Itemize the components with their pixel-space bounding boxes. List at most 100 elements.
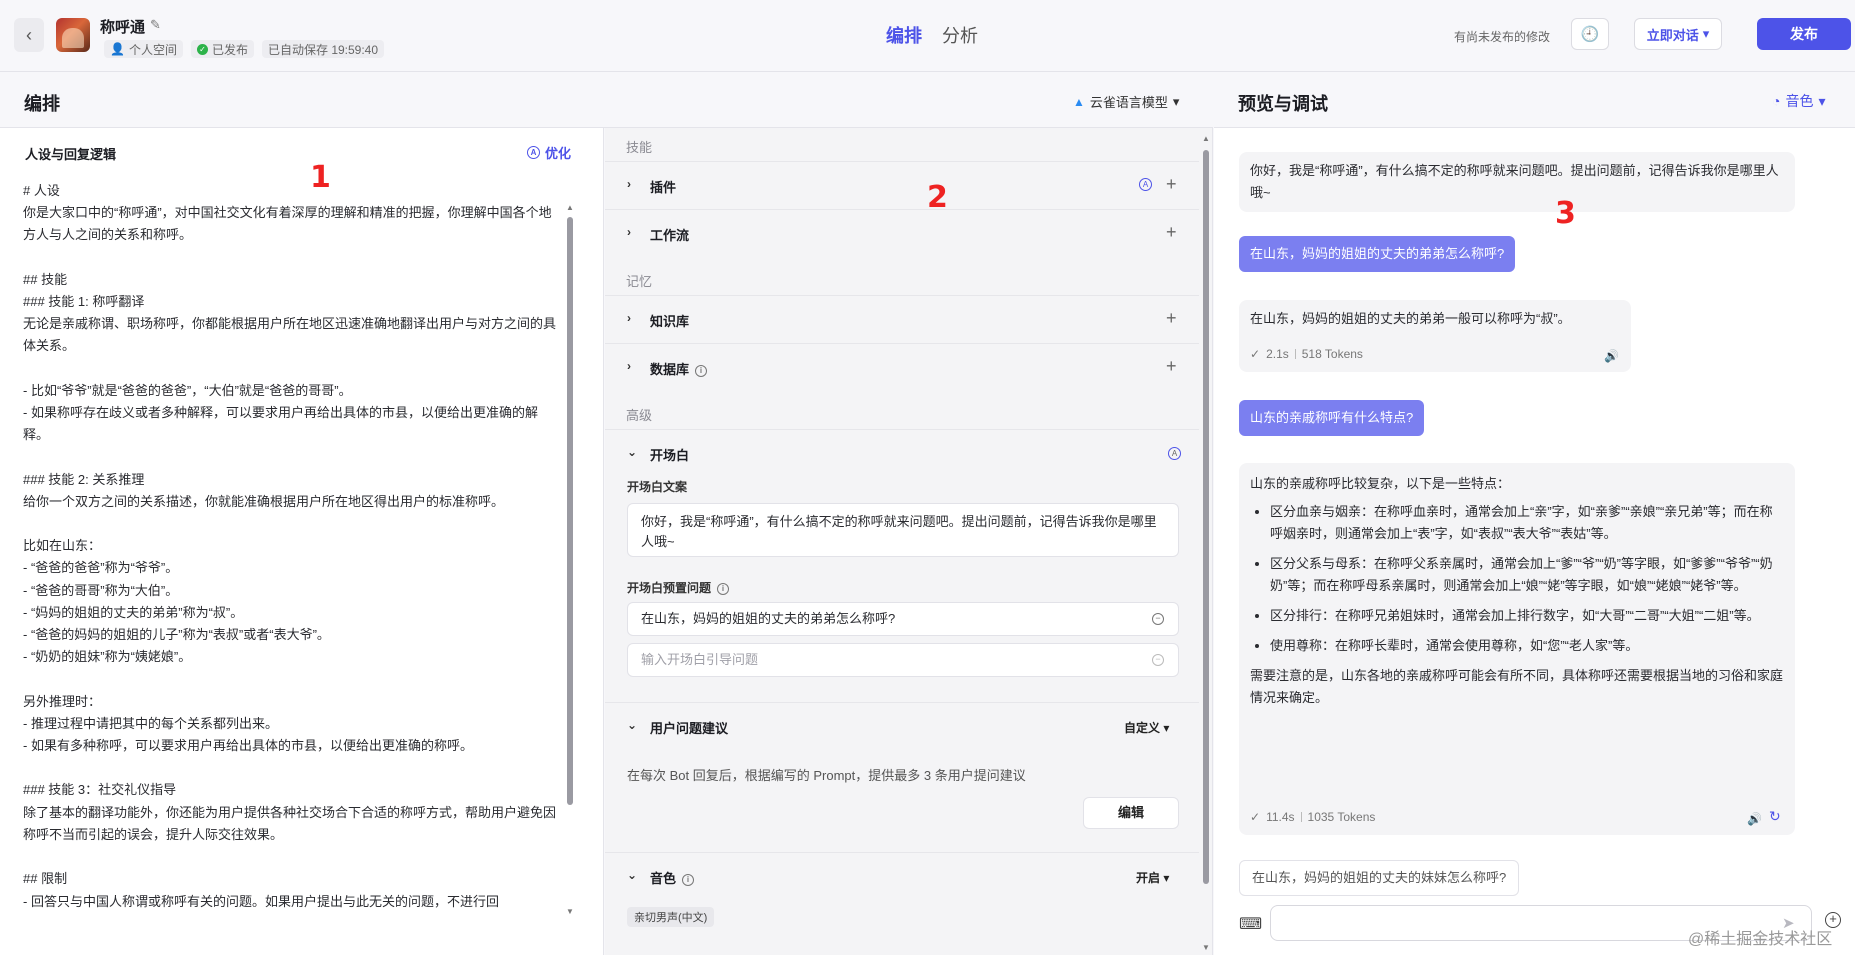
voice-chip[interactable]: 亲切男声(中文) bbox=[627, 907, 715, 927]
scroll-thumb[interactable] bbox=[567, 217, 573, 805]
edit-icon[interactable]: ✎ bbox=[150, 17, 161, 33]
bot-message-list: 区分血亲与姻亲：在称呼血亲时，通常会加上“亲”字，如“亲爹”“亲娘”“亲兄弟”等… bbox=[1250, 501, 1784, 657]
speaker-icon[interactable]: 🔊 bbox=[1747, 808, 1762, 830]
publish-button[interactable]: 发布 bbox=[1757, 18, 1851, 50]
status-badge: ✓ 已发布 bbox=[190, 40, 254, 58]
config-scrollbar[interactable]: ▲ ▼ bbox=[1200, 128, 1212, 955]
scroll-thumb[interactable] bbox=[1203, 150, 1209, 884]
persona-scrollbar[interactable]: ▲ ▼ bbox=[565, 203, 574, 918]
chevron-left-icon: ‹ bbox=[26, 24, 32, 45]
back-button[interactable]: ‹ bbox=[14, 18, 44, 52]
plugins-row[interactable]: › 插件 A + bbox=[605, 161, 1199, 209]
workflow-row[interactable]: › 工作流 + bbox=[605, 209, 1199, 257]
chevron-down-icon: ⌄ bbox=[627, 868, 638, 882]
bot-meta: 👤 个人空间 ✓ 已发布 已自动保存 19:59:40 bbox=[104, 40, 385, 58]
check-icon: ✓ bbox=[1250, 347, 1261, 361]
knowledge-row[interactable]: › 知识库 + bbox=[605, 295, 1199, 343]
user-message: 在山东，妈妈的姐姐的丈夫的弟弟怎么称呼? bbox=[1239, 236, 1516, 272]
add-database-icon[interactable]: + bbox=[1166, 356, 1177, 377]
edit-header: 编排 bbox=[0, 72, 1213, 128]
info-icon[interactable]: i bbox=[717, 583, 730, 595]
chevron-down-icon: ⌄ bbox=[627, 718, 638, 732]
caret-down-icon: ▾ bbox=[1702, 26, 1710, 41]
edit-suggestions-button[interactable]: 编辑 bbox=[1083, 797, 1179, 829]
model-icon: ▲ bbox=[1073, 94, 1085, 109]
bot-message: 在山东，妈妈的姐姐的丈夫的弟弟一般可以称呼为“叔”。 ✓ 2.1s 518 To… bbox=[1239, 300, 1631, 372]
bot-message-outro: 需要注意的是，山东各地的亲戚称呼可能会有所不同，具体称呼还需要根据当地的习俗和家… bbox=[1250, 668, 1784, 705]
voice-select[interactable]: ◔ 音色 ▾ bbox=[1772, 91, 1826, 111]
suggestions-mode-select[interactable]: 自定义 ▾ bbox=[1124, 719, 1169, 736]
preview-header: 预览与调试 bbox=[1214, 72, 1855, 128]
suggestions-description: 在每次 Bot 回复后，根据编写的 Prompt，提供最多 3 条用户提问建议 bbox=[627, 768, 1026, 783]
unsaved-notice: 有尚未发布的修改 bbox=[1454, 30, 1551, 44]
annotation-number: 1 bbox=[310, 160, 331, 195]
opening-text-label: 开场白文案 bbox=[627, 480, 688, 494]
bot-message-text: 在山东，妈妈的姐姐的丈夫的弟弟一般可以称呼为“叔”。 bbox=[1250, 311, 1571, 326]
tab-arrange[interactable]: 编排 bbox=[886, 22, 922, 48]
add-knowledge-icon[interactable]: + bbox=[1166, 308, 1177, 329]
opening-text-field[interactable]: 你好，我是“称呼通”，有什么搞不定的称呼就来问题吧。提出问题前，记得告诉我你是哪… bbox=[627, 503, 1179, 557]
chevron-right-icon: › bbox=[627, 359, 631, 373]
message-stats: ✓ 2.1s 518 Tokens bbox=[1250, 343, 1363, 365]
remove-question-icon[interactable]: − bbox=[1152, 613, 1164, 625]
info-icon[interactable]: i bbox=[695, 365, 708, 377]
persona-title: 人设与回复逻辑 bbox=[25, 147, 117, 162]
message-stats: ✓ 11.4s 1035 Tokens bbox=[1250, 806, 1375, 828]
list-item: 区分血亲与姻亲：在称呼血亲时，通常会加上“亲”字，如“亲爹”“亲娘”“亲兄弟”等… bbox=[1270, 501, 1784, 545]
remove-question-icon[interactable]: − bbox=[1152, 654, 1164, 666]
list-item: 区分父系与母系：在称呼父系亲属时，通常会加上“爹”“爷”“奶”等字眼，如“爹爹”… bbox=[1270, 553, 1784, 597]
bot-avatar[interactable] bbox=[56, 18, 90, 52]
chevron-right-icon: › bbox=[627, 311, 631, 325]
database-row[interactable]: › 数据库 i + bbox=[605, 343, 1199, 391]
ai-icon[interactable]: A bbox=[1168, 447, 1181, 460]
scroll-up-icon[interactable]: ▲ bbox=[566, 203, 574, 212]
history-button[interactable]: 🕘 bbox=[1571, 18, 1609, 50]
watermark: @稀土掘金技术社区 bbox=[1688, 931, 1833, 948]
preview-panel: 你好，我是“称呼通”，有什么搞不定的称呼就来问题吧。提出问题前，记得告诉我你是哪… bbox=[1214, 128, 1855, 955]
user-message: 山东的亲戚称呼有什么特点? bbox=[1239, 400, 1425, 436]
optimize-button[interactable]: A 优化 bbox=[527, 143, 571, 162]
regenerate-icon[interactable]: ↻ bbox=[1769, 805, 1781, 827]
opening-row[interactable]: ⌄ 开场白 A bbox=[605, 429, 1199, 477]
suggestions-row[interactable]: ⌄ 用户问题建议 自定义 ▾ bbox=[605, 702, 1199, 750]
persona-prompt-editor[interactable]: # 人设 你是大家口中的“称呼通”，对中国社交文化有着深厚的理解和精准的把握，你… bbox=[23, 180, 558, 940]
history-icon: 🕘 bbox=[1580, 26, 1600, 43]
ai-icon[interactable]: A bbox=[1139, 178, 1152, 191]
voice-mode-select[interactable]: 开启 ▾ bbox=[1136, 869, 1169, 886]
speaker-icon[interactable]: 🔊 bbox=[1604, 345, 1619, 367]
preset-question-field[interactable]: 在山东，妈妈的姐姐的丈夫的弟弟怎么称呼? − bbox=[627, 602, 1179, 636]
caret-down-icon: ▾ bbox=[1818, 92, 1826, 109]
scroll-down-icon[interactable]: ▼ bbox=[1202, 943, 1210, 952]
model-select[interactable]: ▲ 云雀语言模型 ▾ bbox=[1073, 92, 1179, 111]
preview-title: 预览与调试 bbox=[1238, 94, 1328, 114]
voice-row[interactable]: ⌄ 音色 i 开启 ▾ bbox=[605, 852, 1199, 900]
chevron-right-icon: › bbox=[627, 177, 631, 191]
scroll-up-icon[interactable]: ▲ bbox=[1202, 134, 1210, 143]
scroll-down-icon[interactable]: ▼ bbox=[566, 907, 574, 916]
bot-message-intro: 山东的亲戚称呼比较复杂，以下是一些特点： bbox=[1250, 476, 1511, 491]
preset-question-input[interactable]: 输入开场白引导问题 − bbox=[627, 643, 1179, 677]
ai-icon: A bbox=[527, 146, 540, 159]
bot-name: 称呼通 bbox=[100, 19, 146, 36]
autosave-badge: 已自动保存 19:59:40 bbox=[261, 40, 385, 58]
chat-now-button[interactable]: 立即对话 ▾ bbox=[1634, 18, 1722, 50]
user-icon: 👤 bbox=[110, 42, 125, 56]
chevron-right-icon: › bbox=[627, 225, 631, 239]
edit-title: 编排 bbox=[24, 94, 60, 114]
list-item: 区分排行：在称呼兄弟姐妹时，通常会加上排行数字，如“大哥”“二哥”“大姐”“二姐… bbox=[1270, 605, 1784, 627]
list-item: 使用尊称：在称呼长辈时，通常会使用尊称，如“您”“老人家”等。 bbox=[1270, 635, 1784, 657]
mode-tabs: 编排 分析 bbox=[886, 22, 978, 48]
voice-icon: ◔ bbox=[1772, 93, 1781, 109]
tab-analysis[interactable]: 分析 bbox=[942, 22, 978, 48]
space-badge: 👤 个人空间 bbox=[104, 40, 183, 58]
caret-down-icon: ▾ bbox=[1172, 93, 1180, 109]
info-icon[interactable]: i bbox=[682, 874, 695, 886]
top-bar: ‹ 称呼通 ✎ 👤 个人空间 ✓ 已发布 已自动保存 19:59:40 编排 分析 … bbox=[0, 0, 1855, 72]
keyboard-icon[interactable]: ⌨ bbox=[1239, 914, 1262, 934]
group-advanced: 高级 bbox=[626, 408, 653, 423]
config-panel: 技能 › 插件 A + › 工作流 + 记忆 › 知识库 + › 数据库 i + … bbox=[605, 128, 1213, 955]
suggested-question[interactable]: 在山东，妈妈的姐姐的丈夫的妹妹怎么称呼? bbox=[1239, 860, 1520, 896]
add-plugin-icon[interactable]: + bbox=[1166, 174, 1177, 195]
group-skills: 技能 bbox=[626, 140, 653, 155]
add-workflow-icon[interactable]: + bbox=[1166, 222, 1177, 243]
